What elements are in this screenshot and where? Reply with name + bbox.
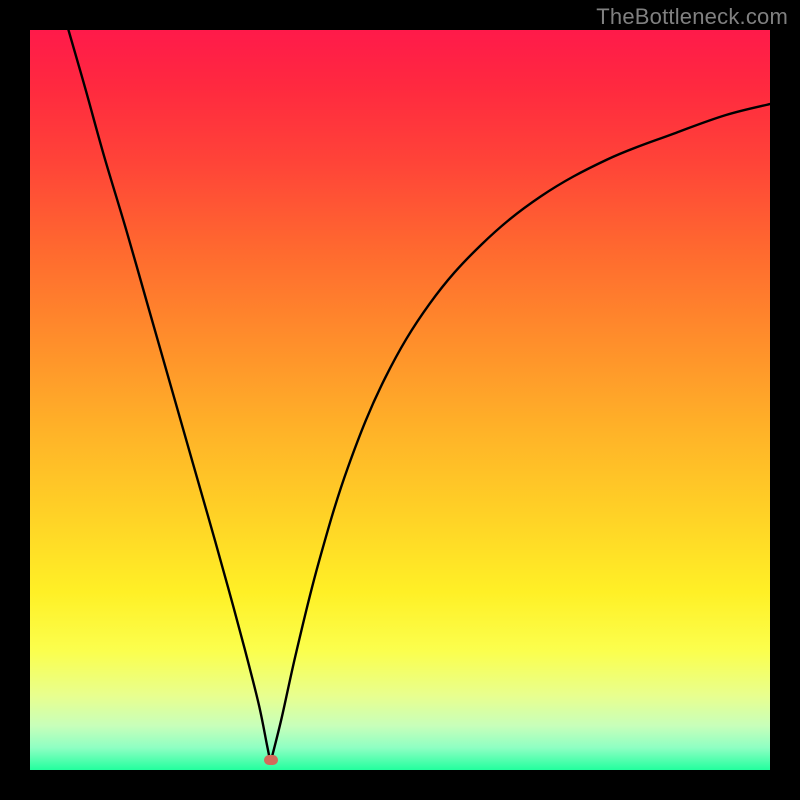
chart-frame: TheBottleneck.com bbox=[0, 0, 800, 800]
optimum-marker-icon bbox=[264, 755, 278, 765]
bottleneck-curve bbox=[30, 30, 770, 770]
plot-area bbox=[30, 30, 770, 770]
watermark-text: TheBottleneck.com bbox=[596, 4, 788, 30]
